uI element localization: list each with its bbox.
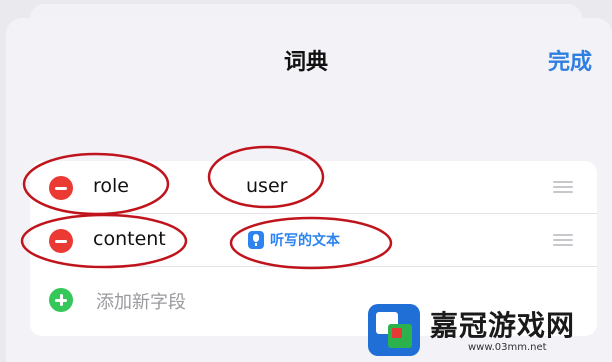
annotation-circle-user: [207, 145, 325, 209]
watermark-title: 嘉冠游戏网: [430, 309, 576, 342]
annotation-circle-role: [22, 152, 170, 216]
watermark-logo-icon: [368, 304, 420, 356]
site-watermark: 嘉冠游戏网 www.03mm.net: [360, 298, 612, 362]
watermark-url: www.03mm.net: [468, 342, 547, 353]
annotation-circle-content: [20, 213, 188, 269]
annotation-circle-dictation: [229, 216, 393, 270]
